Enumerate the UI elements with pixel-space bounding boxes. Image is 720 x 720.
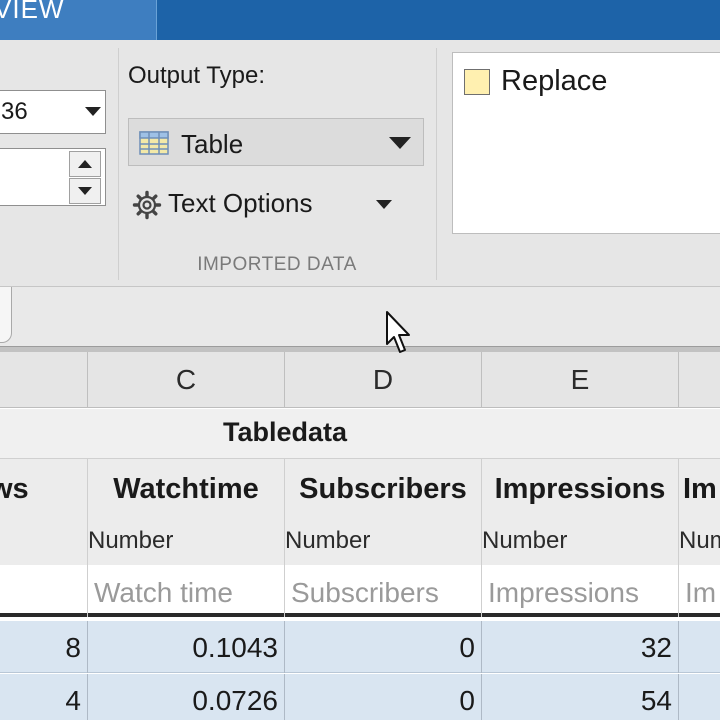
table-cell[interactable]: 0.1043 xyxy=(88,621,285,673)
variable-type-label: Number xyxy=(482,527,568,554)
variable-header[interactable]: Watchtime Number xyxy=(88,459,285,565)
unimportable-cells-panel: Replace xyxy=(452,52,720,234)
variable-type[interactable]: Number xyxy=(88,527,173,555)
description-cell[interactable]: Im xyxy=(679,565,720,617)
group-separator xyxy=(436,48,437,280)
description-cell[interactable]: Impressions xyxy=(482,565,679,617)
table-cell[interactable]: 0 xyxy=(285,621,482,673)
table-row[interactable]: 8 0.1043 0 32 xyxy=(0,621,720,673)
document-tab-bar xyxy=(0,287,720,347)
variable-name[interactable]: Impressions xyxy=(482,473,678,506)
variable-type-label: Num xyxy=(679,527,720,554)
table-cell[interactable] xyxy=(679,621,720,673)
gear-icon xyxy=(132,190,162,220)
variable-header[interactable]: Im Num xyxy=(679,459,720,565)
document-tab[interactable] xyxy=(0,287,12,343)
column-header-c[interactable]: C xyxy=(88,352,285,408)
table-name[interactable]: Tabledata xyxy=(0,417,570,448)
variable-header[interactable]: Subscribers Number xyxy=(285,459,482,565)
description-cell[interactable]: Subscribers xyxy=(285,565,482,617)
variable-name[interactable]: Im xyxy=(683,473,720,506)
table-cell[interactable]: 32 xyxy=(482,621,679,673)
replace-label[interactable]: Replace xyxy=(501,65,607,98)
dropdown-arrow-icon[interactable] xyxy=(376,200,392,209)
variable-type[interactable]: Number xyxy=(285,527,370,555)
group-separator xyxy=(118,48,119,280)
column-header-d[interactable]: D xyxy=(285,352,482,408)
text-options-label: Text Options xyxy=(168,188,313,218)
mouse-pointer-icon xyxy=(386,311,410,353)
description-cell[interactable] xyxy=(0,565,88,617)
variable-header[interactable]: Impressions Number xyxy=(482,459,679,565)
tab-view-label: VIEW xyxy=(0,0,65,24)
column-header[interactable] xyxy=(679,352,720,408)
table-cell[interactable]: 54 xyxy=(482,674,679,720)
text-options-button[interactable]: Text Options xyxy=(128,182,398,226)
replace-color-swatch[interactable] xyxy=(464,69,490,95)
table-row[interactable]: 4 0.0726 0 54 xyxy=(0,674,720,720)
spinner-down-icon[interactable] xyxy=(69,178,101,204)
delimiter-combo-value: 36 xyxy=(1,98,28,125)
row-range-spinner[interactable] xyxy=(0,148,106,206)
output-type-dropdown[interactable]: Table xyxy=(128,118,424,166)
import-preview-sheet: C D E Tabledata ws Watchtime Number Subs… xyxy=(0,352,720,720)
variable-description-row: Watch time Subscribers Impressions Im xyxy=(0,565,720,617)
spinner-up-icon[interactable] xyxy=(69,151,101,177)
variable-header[interactable]: ws xyxy=(0,459,88,565)
column-letter-row: C D E xyxy=(0,352,720,408)
description-cell[interactable]: Watch time xyxy=(88,565,285,617)
column-header-e[interactable]: E xyxy=(482,352,679,408)
table-cell[interactable]: 0 xyxy=(285,674,482,720)
imported-data-group-title: IMPORTED DATA xyxy=(197,254,357,275)
variable-type[interactable]: Num xyxy=(679,527,720,555)
tab-view[interactable]: VIEW xyxy=(0,0,157,40)
dropdown-arrow-icon[interactable] xyxy=(85,107,101,116)
output-type-value: Table xyxy=(181,129,244,159)
table-cell[interactable]: 0.0726 xyxy=(88,674,285,720)
dropdown-arrow-icon[interactable] xyxy=(389,137,411,149)
toolstrip-tab-bar: VIEW xyxy=(0,0,720,40)
table-icon xyxy=(139,131,169,155)
table-name-row: Tabledata xyxy=(0,409,720,459)
variable-name[interactable]: ws xyxy=(0,473,87,506)
variable-name-row: ws Watchtime Number Subscribers Number I… xyxy=(0,459,720,565)
import-toolstrip: 36 Output Type: Table Text Options IMPOR… xyxy=(0,40,720,287)
column-header[interactable] xyxy=(0,352,88,408)
table-cell[interactable]: 8 xyxy=(0,621,88,673)
output-type-label: Output Type: xyxy=(128,62,265,89)
variable-name[interactable]: Subscribers xyxy=(285,473,481,506)
variable-type[interactable]: Number xyxy=(482,527,567,555)
variable-name[interactable]: Watchtime xyxy=(88,473,284,506)
table-cell[interactable] xyxy=(679,674,720,720)
table-cell[interactable]: 4 xyxy=(0,674,88,720)
delimiter-combo[interactable]: 36 xyxy=(0,90,106,134)
variable-type-label: Number xyxy=(88,527,174,554)
variable-type-label: Number xyxy=(285,527,371,554)
